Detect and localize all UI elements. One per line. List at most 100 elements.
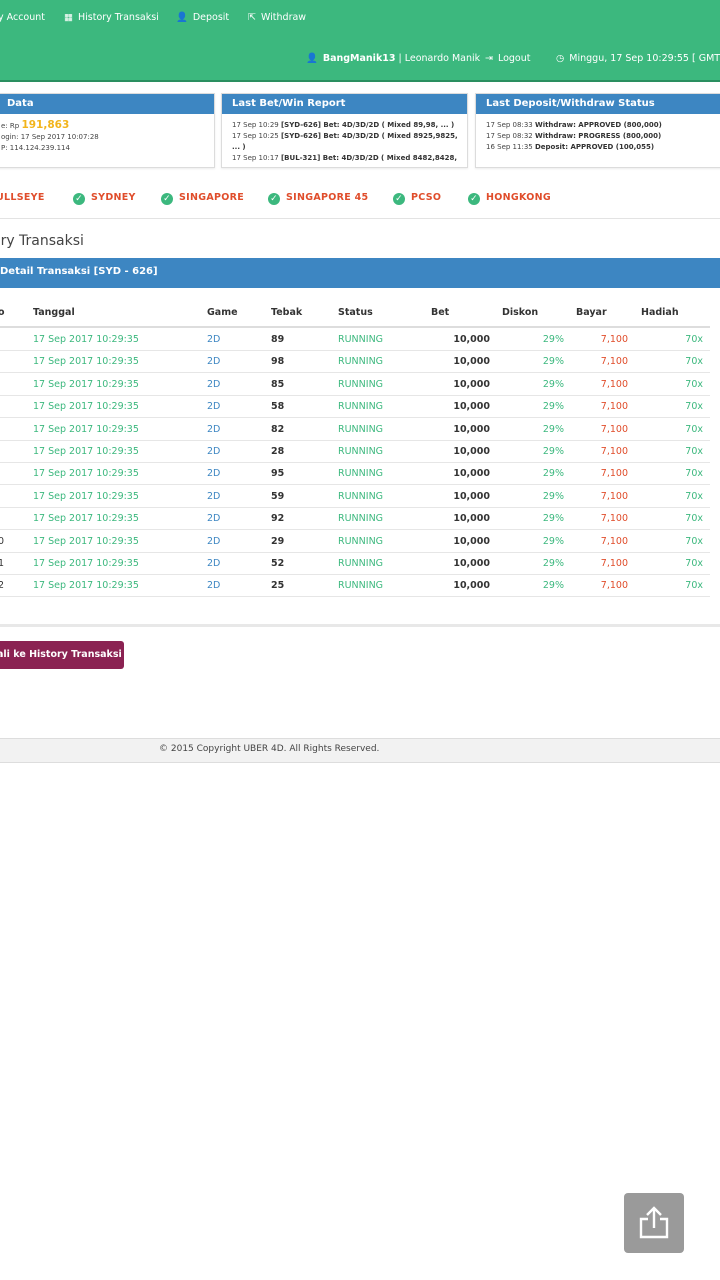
col-header-bayar: Bayar (576, 307, 607, 318)
cell-date: 17 Sep 2017 10:29:35 (33, 334, 139, 345)
cell-status: RUNNING (338, 558, 384, 569)
nav-deposit-label: Deposit (192, 12, 230, 23)
cell-bet: 10,000 (453, 490, 490, 502)
cell-tebak: 85 (271, 378, 285, 390)
nav-my-account[interactable]: y Account (0, 12, 45, 23)
col-header-tanggal: Tanggal (33, 307, 75, 318)
cell-game: 2D (207, 535, 221, 547)
last-login: ogin: 17 Sep 2017 10:07:28 (1, 133, 99, 141)
copyright: © 2015 Copyright UBER 4D. All Rights Res… (159, 744, 380, 754)
cell-tebak: 29 (271, 535, 285, 547)
cell-date: 17 Sep 2017 10:29:35 (33, 513, 139, 525)
cell-date: 17 Sep 2017 10:29:35 (33, 446, 139, 457)
table-row: 17 Sep 2017 10:29:35 2D 28 RUNNING 10,000 29%… (0, 440, 710, 463)
item-time: 17 Sep 08:32 (486, 132, 533, 140)
item-time: 17 Sep 10:29 (232, 121, 279, 129)
cell-bayar: 7,100 (600, 490, 628, 502)
ip-address: P: 114.124.239.114 (1, 144, 70, 152)
market-label: SINGAPORE 45 (286, 192, 369, 203)
cell-status: RUNNING (338, 580, 384, 592)
item-text: [SYD-626] Bet: 4D/3D/2D ( Mixed 89,98, .… (280, 121, 455, 129)
market-hongkong[interactable]: ✓ HONGKONG (468, 192, 551, 205)
market-bar: ULLSEYE ✓ SYDNEY ✓ SINGAPORE ✓ SINGAPORE 45… (0, 192, 720, 212)
check-icon: ✓ (468, 193, 480, 205)
back-to-history-button[interactable]: bali ke History Transaksi (0, 641, 124, 669)
cell-tebak: 52 (271, 558, 285, 569)
user-info[interactable]: 👤 BangManik13 | Leonardo Manik (306, 53, 480, 64)
clock-icon: ◷ (556, 53, 565, 64)
table-row: 17 Sep 2017 10:29:35 2D 92 RUNNING 10,000 29%… (0, 507, 710, 531)
last-deposit-list: 17 Sep 08:33 Withdraw: APPROVED (800,000… (476, 114, 720, 153)
cell-status: RUNNING (338, 378, 384, 390)
col-header-game: Game (207, 307, 238, 318)
cell-date: 17 Sep 2017 10:29:35 (33, 401, 139, 413)
cell-bet: 10,000 (453, 356, 490, 368)
cell-date: 17 Sep 2017 10:29:35 (33, 535, 139, 547)
nav-deposit[interactable]: 👤 Deposit (176, 12, 229, 23)
cell-hadiah: 70x (685, 468, 703, 480)
calendar-icon: ▦ (64, 12, 73, 23)
list-item: 17 Sep 10:17 [BUL-321] Bet: 4D/3D/2D ( M… (232, 153, 467, 167)
cell-hadiah: 70x (685, 580, 703, 592)
cell-diskon: 29% (542, 356, 564, 368)
nav-history-transaksi[interactable]: ▦ History Transaksi (64, 12, 159, 23)
item-text: Withdraw: PROGRESS (800,000) (534, 132, 662, 140)
cell-hadiah: 70x (685, 558, 703, 569)
page-title: ory Transaksi (0, 233, 84, 249)
cell-date: 17 Sep 2017 10:29:35 (33, 356, 139, 368)
market-bullseye[interactable]: ULLSEYE (0, 192, 45, 203)
cell-tebak: 98 (271, 356, 285, 368)
item-time: 17 Sep 10:25 (232, 132, 279, 140)
item-time: 17 Sep 10:17 (232, 154, 279, 162)
market-singapore-45[interactable]: ✓ SINGAPORE 45 (268, 192, 368, 205)
cell-status: RUNNING (338, 490, 384, 502)
market-singapore[interactable]: ✓ SINGAPORE (161, 192, 244, 205)
cell-status: RUNNING (338, 468, 384, 480)
cell-bayar: 7,100 (600, 401, 628, 413)
table-row: 17 Sep 2017 10:29:35 2D 82 RUNNING 10,000 29%… (0, 418, 710, 441)
user-icon: 👤 (306, 53, 318, 64)
market-label: ULLSEYE (0, 192, 45, 203)
table-row: 2 17 Sep 2017 10:29:35 2D 25 RUNNING 10,000 29… (0, 574, 710, 598)
cell-hadiah: 70x (685, 334, 703, 345)
share-button[interactable] (624, 1193, 684, 1253)
cell-status: RUNNING (338, 446, 384, 457)
cell-bet: 10,000 (453, 423, 490, 435)
check-icon: ✓ (393, 193, 405, 205)
item-text: Deposit: APPROVED (100,055) (534, 143, 655, 151)
market-label: HONGKONG (486, 192, 551, 203)
table-row: 17 Sep 2017 10:29:35 2D 59 RUNNING 10,000 29%… (0, 485, 710, 508)
cell-date: 17 Sep 2017 10:29:35 (33, 468, 139, 480)
cell-date: 17 Sep 2017 10:29:35 (33, 580, 139, 592)
list-item: 17 Sep 08:33 Withdraw: APPROVED (800,000… (486, 120, 720, 131)
cell-bayar: 7,100 (600, 334, 628, 345)
cell-game: 2D (207, 490, 221, 502)
last-bet-list: 17 Sep 10:29 [SYD-626] Bet: 4D/3D/2D ( M… (222, 114, 467, 167)
list-item: 17 Sep 10:25 [SYD-626] Bet: 4D/3D/2D ( M… (232, 131, 467, 153)
cell-bayar: 7,100 (600, 558, 628, 569)
cell-diskon: 29% (542, 580, 564, 592)
cell-bet: 10,000 (453, 401, 490, 413)
cell-game: 2D (207, 356, 221, 368)
balance-label: e: Rp (1, 122, 20, 130)
cell-no: 2 (0, 580, 5, 592)
cell-hadiah: 70x (685, 356, 703, 368)
user-fullname: Leonardo Manik (404, 53, 481, 64)
cell-bayar: 7,100 (600, 513, 628, 525)
logout-link[interactable]: ⇥ Logout (485, 53, 531, 64)
nav-withdraw[interactable]: ⇱ Withdraw (248, 12, 306, 23)
cell-date: 17 Sep 2017 10:29:35 (33, 423, 139, 435)
cell-no: 0 (0, 535, 5, 547)
cell-date: 17 Sep 2017 10:29:35 (33, 558, 139, 569)
market-sydney[interactable]: ✓ SYDNEY (73, 192, 136, 205)
market-pcso[interactable]: ✓ PCSO (393, 192, 441, 205)
cell-bet: 10,000 (453, 580, 490, 592)
item-time: 17 Sep 08:33 (486, 121, 533, 129)
check-icon: ✓ (161, 193, 173, 205)
panel-data-body: e: Rp 191,863 ogin: 17 Sep 2017 10:07:28… (0, 114, 214, 154)
cell-game: 2D (207, 558, 221, 569)
panel-data-title: Data (0, 94, 214, 114)
cell-tebak: 89 (271, 334, 285, 345)
cell-status: RUNNING (338, 423, 384, 435)
cell-date: 17 Sep 2017 10:29:35 (33, 378, 139, 390)
